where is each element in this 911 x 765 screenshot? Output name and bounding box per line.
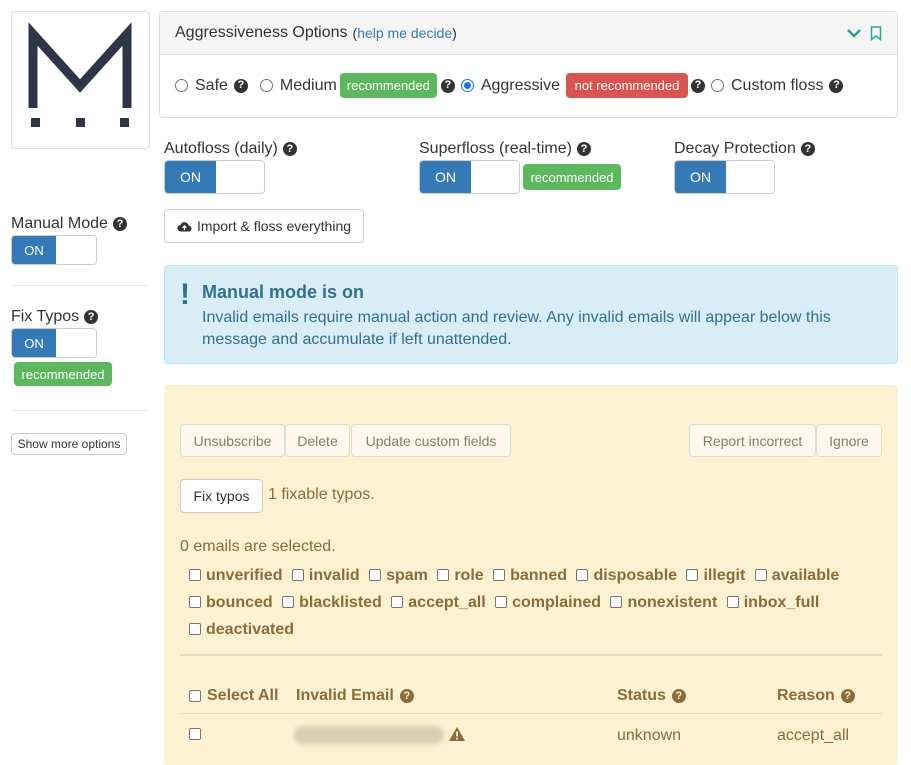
aggressiveness-panel: Aggressiveness Options (help me decide) … <box>159 11 898 118</box>
help-icon[interactable]: ? <box>440 78 455 93</box>
fix-typos-label: Fix Typos ? <box>11 308 99 326</box>
filter-spam[interactable]: spam <box>369 567 428 584</box>
recommended-badge: recommended <box>339 73 437 98</box>
status-filters-row3: deactivated <box>189 621 299 639</box>
divider <box>11 285 149 286</box>
radio-custom-floss[interactable] <box>710 79 724 92</box>
update-custom-fields-button[interactable]: Update custom fields <box>351 424 511 457</box>
status-filters-row1: unverified invalid spam role banned disp… <box>189 567 844 585</box>
help-me-decide-link[interactable]: help me decide <box>357 25 452 41</box>
filter-deactivated[interactable]: deactivated <box>189 621 294 638</box>
filter-disposable[interactable]: disposable <box>576 567 677 584</box>
decay-protection-label: Decay Protection ? <box>674 140 815 158</box>
import-floss-button[interactable]: Import & floss everything <box>164 209 364 243</box>
status-filters-row2: bounced blacklisted accept_all complaine… <box>189 594 824 612</box>
filter-inbox-full[interactable]: inbox_full <box>726 594 819 611</box>
unsubscribe-button[interactable]: Unsubscribe <box>180 424 285 457</box>
filter-nonexistent[interactable]: nonexistent <box>610 594 717 611</box>
recommended-badge: recommended <box>14 362 112 386</box>
manual-mode-label: Manual Mode ? <box>11 215 127 233</box>
help-icon[interactable]: ? <box>282 142 297 156</box>
help-icon[interactable]: ? <box>840 689 855 703</box>
invalid-email-header: Invalid Email? <box>296 687 414 705</box>
help-icon[interactable]: ? <box>576 142 591 156</box>
logo-icon <box>28 22 132 127</box>
help-icon[interactable]: ? <box>399 689 414 703</box>
cloud-upload-icon <box>177 221 192 232</box>
filter-available[interactable]: available <box>754 567 839 584</box>
help-icon[interactable]: ? <box>800 142 815 156</box>
logo <box>11 11 150 149</box>
divider <box>180 713 882 714</box>
manual-mode-toggle[interactable]: ON <box>11 235 97 265</box>
fix-typos-toggle[interactable]: ON <box>11 328 97 358</box>
divider <box>180 654 882 656</box>
autofloss-label: Autofloss (daily) ? <box>164 140 297 158</box>
panel-title: Aggressiveness Options <box>175 24 348 41</box>
delete-button[interactable]: Delete <box>285 424 350 457</box>
fixable-typos-text: 1 fixable typos. <box>268 486 375 503</box>
bookmark-icon[interactable] <box>870 26 882 41</box>
divider <box>11 410 149 411</box>
filter-blacklisted[interactable]: blacklisted <box>282 594 382 611</box>
help-icon[interactable]: ? <box>690 78 705 93</box>
redacted-email <box>294 726 444 744</box>
ignore-button[interactable]: Ignore <box>816 424 882 457</box>
filter-invalid[interactable]: invalid <box>291 567 360 584</box>
chevron-down-icon[interactable] <box>846 27 862 39</box>
superfloss-toggle[interactable]: ON <box>419 160 520 194</box>
select-all-header[interactable]: Select All <box>189 687 278 705</box>
row-status: unknown <box>617 727 682 744</box>
filter-role[interactable]: role <box>437 567 484 584</box>
filter-accept-all[interactable]: accept_all <box>391 594 486 611</box>
help-icon[interactable]: ? <box>112 217 127 231</box>
alert-body: Invalid emails require manual action and… <box>202 309 831 348</box>
autofloss-toggle[interactable]: ON <box>164 160 265 194</box>
radio-aggressive[interactable] <box>460 79 474 92</box>
radio-medium[interactable] <box>259 79 273 92</box>
radio-safe[interactable] <box>175 79 188 92</box>
selected-count-text: 0 emails are selected. <box>180 538 336 555</box>
not-recommended-badge: not recommended <box>565 73 688 98</box>
exclamation-icon: ! <box>180 278 190 311</box>
filter-bounced[interactable]: bounced <box>189 594 273 611</box>
help-icon[interactable]: ? <box>233 78 248 93</box>
filter-complained[interactable]: complained <box>495 594 601 611</box>
filter-banned[interactable]: banned <box>493 567 567 584</box>
status-header: Status? <box>617 687 686 705</box>
manual-mode-alert: ! Manual mode is on Invalid emails requi… <box>164 265 898 364</box>
show-more-options-button[interactable]: Show more options <box>11 433 127 455</box>
decay-protection-toggle[interactable]: ON <box>674 160 775 194</box>
report-incorrect-button[interactable]: Report incorrect <box>689 424 816 457</box>
aggressiveness-radio-group: Safe ? Medium recommended ? Aggressive n… <box>175 73 844 98</box>
filter-unverified[interactable]: unverified <box>189 567 282 584</box>
panel-header: Aggressiveness Options (help me decide) <box>160 12 897 55</box>
row-checkbox[interactable] <box>189 728 201 740</box>
invalid-emails-panel: Unsubscribe Delete Update custom fields … <box>164 385 898 765</box>
help-icon[interactable]: ? <box>829 78 844 93</box>
fix-typos-button[interactable]: Fix typos <box>180 479 263 513</box>
reason-header: Reason? <box>777 687 855 705</box>
superfloss-label: Superfloss (real-time) ? <box>419 140 591 158</box>
alert-title: Manual mode is on <box>202 282 365 302</box>
row-reason: accept_all <box>777 727 850 744</box>
help-icon[interactable]: ? <box>671 689 686 703</box>
recommended-badge: recommended <box>523 164 621 190</box>
help-icon[interactable]: ? <box>84 310 99 324</box>
filter-illegit[interactable]: illegit <box>686 567 745 584</box>
warning-icon <box>449 727 465 741</box>
